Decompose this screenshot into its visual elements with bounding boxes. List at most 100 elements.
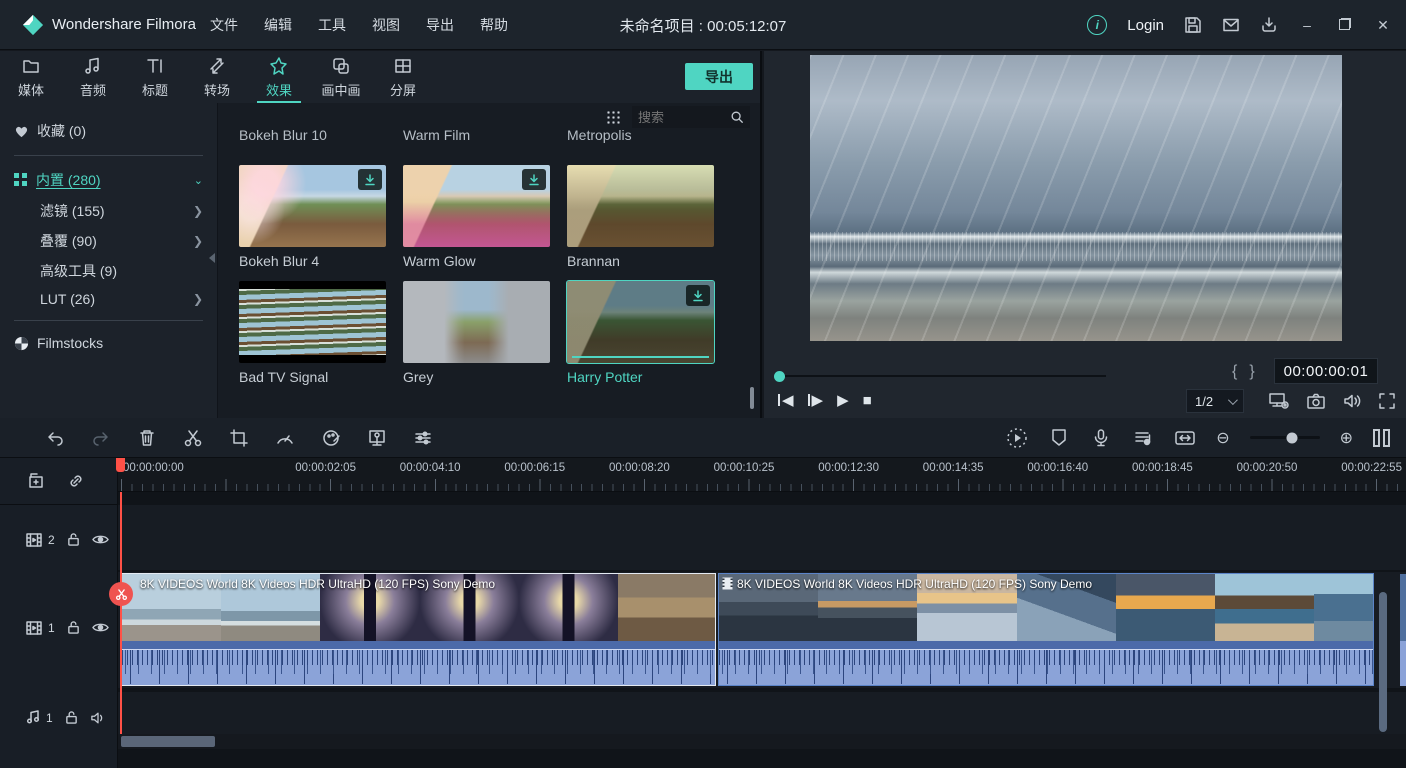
timeline-ruler[interactable]: 00:00:00:00 00:00:02:05 00:00:04:10 00:0…: [118, 458, 1406, 492]
effect-card-warm-glow[interactable]: Warm Glow: [403, 165, 550, 269]
seek-handle[interactable]: [774, 371, 785, 382]
search-box[interactable]: [632, 106, 750, 128]
sidebar-builtin[interactable]: 内置 (280) ⌄: [0, 164, 217, 196]
sidebar-label: 滤镜 (155): [40, 201, 105, 221]
preview-quality-select[interactable]: 1/2: [1186, 389, 1244, 413]
panel-layout-icon[interactable]: [1373, 429, 1390, 447]
save-icon[interactable]: [1184, 16, 1202, 34]
tab-effects[interactable]: 效果: [248, 51, 310, 103]
minimize-button[interactable]: –: [1298, 17, 1316, 33]
eye-icon[interactable]: [92, 533, 109, 546]
effect-card-brannan[interactable]: Brannan: [567, 165, 714, 269]
record-voiceover-button[interactable]: [1090, 427, 1112, 449]
menu-export[interactable]: 导出: [426, 15, 454, 35]
delete-button[interactable]: [136, 427, 158, 449]
play-button[interactable]: ▶: [837, 391, 849, 409]
eye-icon[interactable]: [92, 621, 109, 634]
menu-file[interactable]: 文件: [210, 15, 238, 35]
ruler-tick-label: 00:00:00:00: [123, 462, 184, 474]
effect-name: Bokeh Blur 10: [239, 127, 327, 143]
previous-frame-button[interactable]: ◀: [778, 391, 794, 409]
mail-icon[interactable]: [1222, 16, 1240, 34]
stop-button[interactable]: ■: [863, 392, 872, 409]
sidebar-item-filters[interactable]: 滤镜 (155) ❯: [0, 196, 217, 226]
download-icon[interactable]: [1260, 16, 1278, 34]
next-frame-button[interactable]: ▶: [808, 391, 824, 409]
zoom-in-button[interactable]: ⊕: [1340, 428, 1353, 448]
cut-button[interactable]: [182, 427, 204, 449]
fullscreen-icon[interactable]: [1378, 392, 1396, 410]
playhead[interactable]: [120, 492, 122, 734]
tab-media[interactable]: 媒体: [0, 51, 62, 103]
zoom-slider-handle[interactable]: [1286, 432, 1297, 443]
sidebar-filmstocks[interactable]: Filmstocks: [0, 329, 217, 357]
effect-card-bad-tv-signal[interactable]: Bad TV Signal: [239, 281, 386, 385]
fit-timeline-button[interactable]: [1174, 427, 1196, 449]
lock-open-icon[interactable]: [65, 710, 78, 725]
info-icon[interactable]: i: [1087, 15, 1107, 35]
display-settings-icon[interactable]: [1268, 391, 1290, 411]
marker-button[interactable]: [1048, 427, 1070, 449]
tracks-vertical-scrollbar[interactable]: [1379, 592, 1387, 732]
link-icon[interactable]: [66, 471, 86, 491]
sidebar-favorites[interactable]: 收藏 (0): [0, 115, 217, 147]
tab-titles[interactable]: 标题: [124, 51, 186, 103]
playhead-scissors-badge[interactable]: [109, 582, 133, 606]
search-input[interactable]: [638, 110, 724, 125]
adjust-button[interactable]: [412, 427, 434, 449]
chevron-right-icon: ❯: [193, 204, 203, 218]
view-grid-icon[interactable]: [606, 110, 620, 124]
close-button[interactable]: ✕: [1374, 17, 1392, 34]
lock-open-icon[interactable]: [67, 620, 80, 635]
timeline-hscroll-track[interactable]: [118, 734, 1406, 749]
clip-video-2[interactable]: 8K VIDEOS World 8K Videos HDR UltraHD (1…: [718, 573, 1374, 686]
crop-button[interactable]: [228, 427, 250, 449]
clip-video-1[interactable]: 8K VIDEOS World 8K Videos HDR UltraHD (1…: [121, 573, 716, 686]
speed-button[interactable]: [274, 427, 296, 449]
seek-track: [783, 375, 1106, 377]
audio-mixer-button[interactable]: [1132, 427, 1154, 449]
motion-tracking-button[interactable]: [366, 427, 388, 449]
add-track-icon[interactable]: [26, 472, 46, 490]
undo-button[interactable]: [44, 427, 66, 449]
redo-button[interactable]: [90, 427, 112, 449]
track-row-video-1[interactable]: 8K VIDEOS World 8K Videos HDR UltraHD (1…: [118, 572, 1406, 688]
tab-split-screen[interactable]: 分屏: [372, 51, 434, 103]
sidebar-item-lut[interactable]: LUT (26) ❯: [0, 286, 217, 312]
menu-tools[interactable]: 工具: [318, 15, 346, 35]
effect-card-bokeh-blur-4[interactable]: Bokeh Blur 4: [239, 165, 386, 269]
timeline-tracks[interactable]: 8K VIDEOS World 8K Videos HDR UltraHD (1…: [118, 492, 1406, 768]
sidebar-item-overlays[interactable]: 叠覆 (90) ❯: [0, 226, 217, 256]
collapse-sidebar-handle[interactable]: [209, 253, 215, 263]
sidebar-item-advanced-tools[interactable]: 高级工具 (9): [0, 256, 217, 286]
tab-pip[interactable]: 画中画: [310, 51, 372, 103]
tab-audio[interactable]: 音频: [62, 51, 124, 103]
snapshot-camera-icon[interactable]: [1306, 392, 1326, 410]
menu-help[interactable]: 帮助: [480, 15, 508, 35]
sidebar-label: 收藏 (0): [37, 121, 86, 141]
lock-open-icon[interactable]: [67, 532, 80, 547]
track-row-audio-1[interactable]: [118, 692, 1406, 735]
login-button[interactable]: Login: [1127, 17, 1164, 34]
effects-scrollbar[interactable]: [750, 387, 754, 409]
effect-card-harry-potter[interactable]: Harry Potter: [567, 281, 714, 385]
preview-seek-bar[interactable]: [774, 366, 1106, 386]
speaker-icon[interactable]: [90, 711, 106, 725]
preview-video[interactable]: [810, 55, 1342, 341]
color-button[interactable]: [320, 427, 342, 449]
export-button[interactable]: 导出: [685, 63, 753, 90]
menu-edit[interactable]: 编辑: [264, 15, 292, 35]
restore-button[interactable]: [1336, 17, 1354, 33]
mark-out-icon[interactable]: }: [1249, 363, 1254, 381]
tab-transitions[interactable]: 转场: [186, 51, 248, 103]
playhead-cap[interactable]: [116, 458, 125, 472]
timeline-zoom-slider[interactable]: [1250, 436, 1320, 439]
mark-in-icon[interactable]: {: [1232, 363, 1237, 381]
zoom-out-button[interactable]: ⊖: [1216, 428, 1229, 448]
volume-icon[interactable]: [1342, 392, 1362, 410]
timeline-hscroll-thumb[interactable]: [121, 736, 215, 747]
menu-view[interactable]: 视图: [372, 15, 400, 35]
effect-card-grey[interactable]: Grey: [403, 281, 550, 385]
render-preview-button[interactable]: [1006, 427, 1028, 449]
track-row-video-2[interactable]: [118, 505, 1406, 570]
